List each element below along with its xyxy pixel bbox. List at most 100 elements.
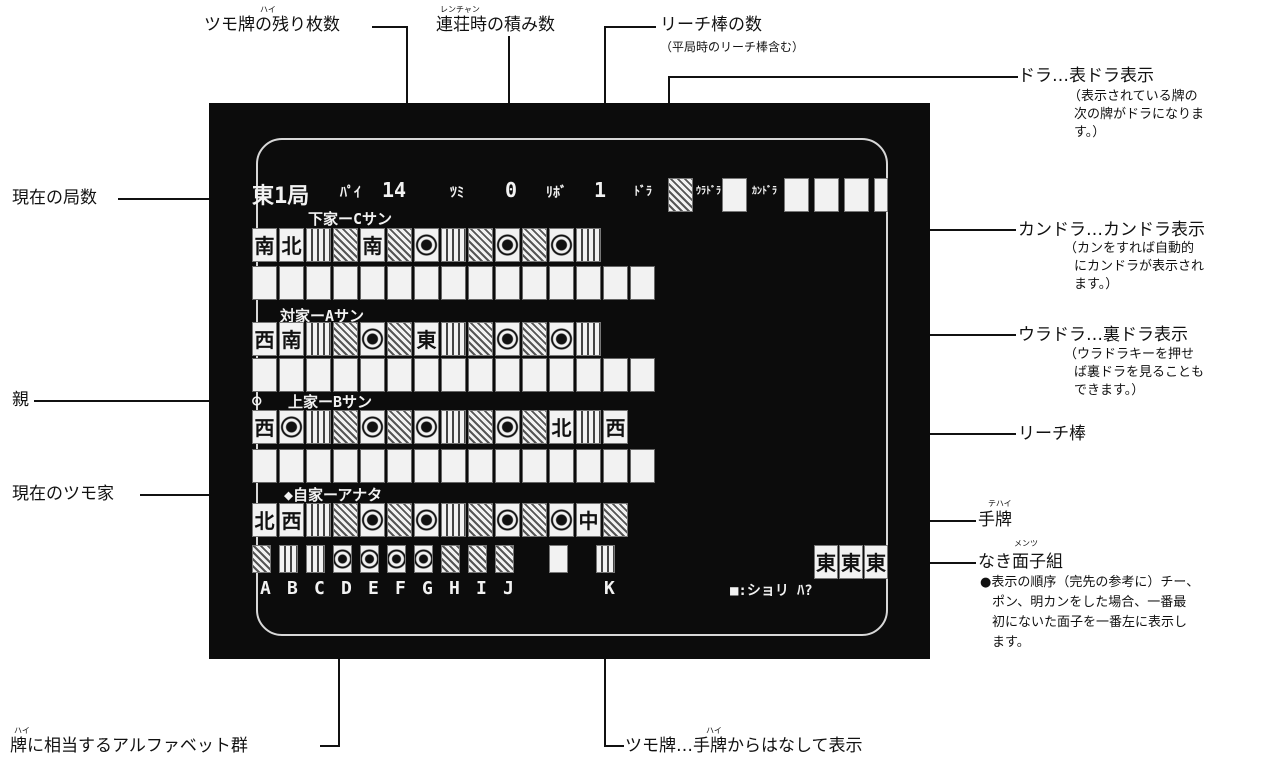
toi-discard-slot bbox=[576, 358, 601, 392]
shimo-tile bbox=[495, 228, 520, 262]
toi-tile bbox=[576, 322, 601, 356]
label-kandora: カンドラ…カンドラ表示 bbox=[1018, 220, 1205, 240]
kami-tile bbox=[306, 410, 331, 444]
shimo-discard-slot bbox=[630, 266, 655, 300]
shimo-discard-slot bbox=[252, 266, 277, 300]
kami-discard-slot bbox=[414, 449, 439, 483]
note-uradora-2: ば裏ドラを見ることも bbox=[1074, 365, 1205, 380]
self-tile bbox=[306, 503, 331, 537]
shimo-tile bbox=[441, 228, 466, 262]
player-shimo: 下家ーCサン bbox=[308, 210, 393, 228]
toi-tile bbox=[387, 322, 412, 356]
toi-discard-slot bbox=[441, 358, 466, 392]
shimo-tile: 南 bbox=[252, 228, 277, 262]
label-dora: ドラ…表ドラ表示 bbox=[1018, 66, 1154, 86]
label-oya: 親 bbox=[12, 390, 29, 410]
prompt-text: ■:ショリ ﾊ? bbox=[730, 583, 813, 599]
leader-tsumo-remaining bbox=[372, 26, 407, 28]
note-dora-3: す。） bbox=[1074, 125, 1106, 140]
naki-tile: 東 bbox=[864, 545, 888, 579]
self-tile bbox=[495, 503, 520, 537]
leader-alphabet bbox=[320, 745, 340, 747]
kami-tile: 西 bbox=[603, 410, 628, 444]
shimo-discard-slot bbox=[279, 266, 304, 300]
self-tile bbox=[522, 503, 547, 537]
self-tile: 中 bbox=[576, 503, 601, 537]
self-tile bbox=[441, 503, 466, 537]
toi-discard-slot bbox=[630, 358, 655, 392]
self-tile: 西 bbox=[279, 503, 304, 537]
status-pai-value: 14 bbox=[382, 178, 407, 202]
toi-tile: 東 bbox=[414, 322, 439, 356]
label-current-tsumo: 現在のツモ家 bbox=[12, 484, 114, 504]
label-riichi-bou: リーチ棒 bbox=[1018, 424, 1086, 444]
tsumo-tile bbox=[596, 545, 615, 573]
kami-tile bbox=[279, 410, 304, 444]
note-riichi-count: （平局時のリーチ棒含む） bbox=[660, 40, 805, 54]
self-hand-lower-tile bbox=[441, 545, 460, 573]
tehai-ruby: テハイ bbox=[988, 499, 1012, 508]
self-tile bbox=[333, 503, 358, 537]
kami-discard-slot bbox=[333, 449, 358, 483]
kami-tile bbox=[495, 410, 520, 444]
self-hand-lower-tile bbox=[252, 545, 271, 573]
letter-b: B bbox=[287, 578, 298, 599]
note-naki-4: ます。 bbox=[992, 635, 1030, 650]
letter-d: D bbox=[341, 578, 352, 599]
label-uradora: ウラドラ…裏ドラ表示 bbox=[1018, 325, 1188, 345]
shimo-discard-slot bbox=[522, 266, 547, 300]
shimo-tile bbox=[522, 228, 547, 262]
self-hand-lower-tile bbox=[279, 545, 298, 573]
shimo-tile bbox=[387, 228, 412, 262]
kandora-tile-1 bbox=[784, 178, 809, 212]
uradora-tile bbox=[722, 178, 747, 212]
self-hand-lower-tile bbox=[306, 545, 325, 573]
toi-tile: 西 bbox=[252, 322, 277, 356]
note-dora-1: （表示されている牌の bbox=[1068, 89, 1198, 104]
kami-tile bbox=[387, 410, 412, 444]
self-tile bbox=[387, 503, 412, 537]
shimo-discard-slot bbox=[387, 266, 412, 300]
note-kandora-3: ます。） bbox=[1074, 277, 1119, 292]
shimo-discard-slot bbox=[549, 266, 574, 300]
naki-ruby: メンツ bbox=[1014, 539, 1038, 548]
status-kandora-label: ｶﾝﾄﾞﾗ bbox=[752, 186, 777, 197]
player-kami: 上家ーBサン bbox=[288, 393, 373, 411]
self-tile bbox=[360, 503, 385, 537]
shimo-discard-slot bbox=[576, 266, 601, 300]
kami-tile bbox=[414, 410, 439, 444]
toi-discard-slot bbox=[414, 358, 439, 392]
toi-discard-slot bbox=[495, 358, 520, 392]
label-renchan: 連荘時の積み数 bbox=[436, 15, 555, 35]
self-hand-lower-tile bbox=[468, 545, 487, 573]
leader-tsumo-hai bbox=[604, 745, 624, 747]
note-naki-1: ●表示の順序（完先の参考に）チー、 bbox=[980, 575, 1200, 590]
status-uradora-label: ｳﾗﾄﾞﾗ bbox=[696, 186, 721, 197]
toi-discard-slot bbox=[522, 358, 547, 392]
kami-discard-slot bbox=[441, 449, 466, 483]
kami-tile bbox=[360, 410, 385, 444]
letter-f: F bbox=[395, 578, 406, 599]
kami-discard-slot bbox=[576, 449, 601, 483]
letter-g: G bbox=[422, 578, 433, 599]
shimo-tile bbox=[414, 228, 439, 262]
kandora-tile-4 bbox=[874, 178, 888, 212]
self-tile bbox=[603, 503, 628, 537]
oya-marker: ⊙ bbox=[252, 391, 262, 410]
kami-tile bbox=[441, 410, 466, 444]
dora-indicator-tile bbox=[668, 178, 693, 212]
shimo-discard-slot bbox=[360, 266, 385, 300]
naki-tile: 東 bbox=[839, 545, 863, 579]
toi-tile bbox=[306, 322, 331, 356]
self-hand-lower-tile bbox=[414, 545, 433, 573]
shimo-discard-slot bbox=[414, 266, 439, 300]
kandora-tile-2 bbox=[814, 178, 839, 212]
status-tsumi-label: ﾂﾐ bbox=[450, 185, 464, 201]
leader-riichi-count bbox=[604, 26, 656, 28]
kami-discard-slot bbox=[387, 449, 412, 483]
shimo-discard-slot bbox=[495, 266, 520, 300]
renchan-ruby: レンチャン bbox=[440, 5, 480, 14]
toi-discard-slot bbox=[387, 358, 412, 392]
shimo-discard-slot bbox=[306, 266, 331, 300]
note-naki-3: 初にないた面子を一番左に表示し bbox=[992, 615, 1188, 630]
